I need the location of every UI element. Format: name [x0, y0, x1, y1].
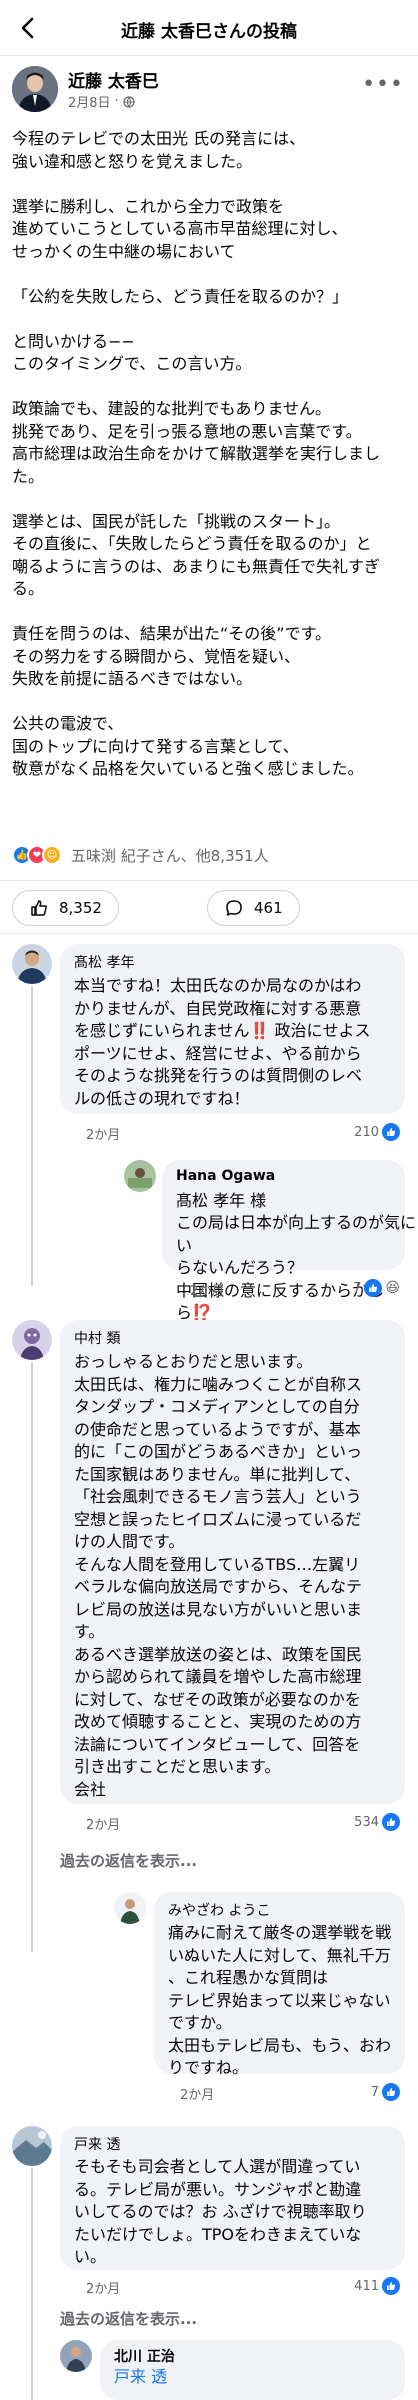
like-reaction-icon — [382, 2083, 400, 2101]
reactions-text: 五味渕 紀子さん、他8,351人 — [71, 846, 269, 865]
reactions-summary[interactable]: 👍 ❤ ☺ 五味渕 紀子さん、他8,351人 — [12, 842, 269, 868]
commenter-avatar[interactable] — [12, 2126, 52, 2166]
reaction-count: 210 — [354, 1124, 379, 1140]
reaction-count: 411 — [354, 2278, 379, 2294]
comment-reactions[interactable]: 7 😆 — [353, 1279, 400, 1297]
reply-mention[interactable]: 髙松 孝年 様 — [176, 1190, 266, 1213]
like-reaction-icon — [382, 2277, 400, 2295]
comment-time: 2か月 — [180, 2088, 215, 2103]
commenter-name[interactable]: 中村 類 — [74, 1328, 120, 1348]
reaction-count: 7 — [370, 2084, 379, 2100]
reply-mention[interactable]: 戸来 透 — [114, 2366, 167, 2389]
commenter-name[interactable]: 髙松 孝年 — [74, 952, 134, 972]
comment-text: おっしゃるとおりだと思います。 太田氏は、権力に噛みつくことが自称ス タンダップ… — [74, 1352, 363, 1799]
more-options-icon[interactable]: ••• — [362, 72, 404, 97]
care-reaction-icon: ☺ — [42, 845, 62, 865]
post-meta: 2月8日 · — [68, 92, 135, 111]
comment-text: 本当ですね！太田氏なのか局なのかはわ かりませんが、自民党政権に対する悪意 を感… — [74, 976, 371, 1108]
post-actions: 8,352 461 — [0, 880, 418, 934]
like-button[interactable]: 8,352 — [12, 890, 119, 926]
commenter-avatar[interactable] — [124, 1160, 156, 1192]
comment-text: そもそも司会者として人選が間違ってい る。テレビ局が悪い。サンジャポと勘違 いし… — [74, 2157, 367, 2266]
comment-text: この局は日本が向上するのが気にい らないんだろう？ 中国様の意に反するからかしら… — [176, 1213, 417, 1322]
comment-reactions[interactable]: 534 — [354, 1813, 400, 1831]
thread-line — [31, 986, 33, 1286]
commenter-name[interactable]: Hana Ogawa — [176, 1168, 275, 1184]
post-paragraph: 政策論でも、建設的な批判でもありません。 挑発であり、足を引っ張る意地の悪い言葉… — [12, 399, 381, 486]
commenter-avatar[interactable] — [12, 1320, 52, 1360]
page-title: 近藤 太香巳さんの投稿 — [121, 22, 297, 42]
comment-icon — [226, 900, 242, 916]
reaction-count: 7 — [353, 1280, 362, 1296]
comment-button[interactable]: 461 — [207, 890, 300, 926]
comment-time: 2か月 — [86, 1128, 121, 1143]
comment-reactions[interactable]: 210 — [354, 1123, 400, 1141]
like-reaction-icon — [382, 1123, 400, 1141]
comment-time: 2か月 — [86, 1818, 121, 1833]
thread-line — [31, 1362, 33, 1952]
commenter-name[interactable]: みやざわ ようこ — [168, 1900, 270, 1920]
post-paragraph: 選挙に勝利し、これから全力で政策を 進めていこうとしている高市早苗総理に対し、 … — [12, 196, 348, 261]
post-paragraph: 選挙とは、国民が託した「挑戦のスタート」。 その直後に、「失敗したらどう責任を取… — [12, 511, 381, 599]
reaction-count: 534 — [354, 1814, 379, 1830]
like-count: 8,352 — [59, 899, 102, 917]
post-paragraph: 公共の電波で、 国のトップに向けて発する言葉として、 敬意がなく品格を欠いている… — [12, 714, 364, 778]
thumbs-up-icon — [31, 900, 47, 916]
thread-line — [31, 2168, 33, 2400]
reaction-icons: 👍 ❤ ☺ — [12, 845, 62, 865]
comment-reactions[interactable]: 411 — [354, 2277, 400, 2295]
post-paragraph: 責任を問うのは、結果が出た“その後”です。 その努力をする瞬間から、覚悟を疑い、… — [12, 624, 331, 688]
post-date[interactable]: 2月8日 — [68, 92, 111, 111]
like-reaction-icon — [382, 1813, 400, 1831]
commenter-name[interactable]: 北川 正治 — [114, 2346, 175, 2366]
commenter-name[interactable]: 戸来 透 — [74, 2134, 120, 2154]
post-paragraph: 今程のテレビでの太田光 氏の発言には、 強い違和感と怒りを覚えました。 — [12, 129, 306, 171]
comment-time: 2か月 — [190, 1284, 225, 1299]
post-paragraph: 「公約を失敗したら、どう責任を取るのか？」 — [12, 286, 349, 306]
post-paragraph: と問いかける−− このタイミングで、この言い方。 — [12, 331, 252, 374]
comment-reactions[interactable]: 7 — [371, 2083, 400, 2101]
author-avatar[interactable] — [12, 66, 58, 112]
commenter-avatar[interactable] — [60, 2340, 92, 2372]
post-header: 近藤 太香巳 2月8日 · ••• — [0, 56, 418, 120]
top-bar: 近藤 太香巳さんの投稿 — [0, 0, 418, 56]
commenter-avatar[interactable] — [12, 944, 52, 984]
comment-time: 2か月 — [86, 2282, 121, 2297]
like-reaction-icon — [364, 1279, 383, 1297]
post-author-name[interactable]: 近藤 太香巳 — [68, 67, 159, 92]
globe-icon — [123, 95, 135, 108]
care-reaction-icon: 😆 — [385, 1280, 400, 1296]
show-previous-replies-link[interactable]: 過去の返信を表示... — [60, 2308, 197, 2329]
meta-separator: · — [114, 94, 119, 109]
comment-text: 痛みに耐えて厳冬の選挙戦を戦 いぬいた人に対して、無礼千万 、これ程愚かな質問は… — [168, 1923, 392, 2077]
show-previous-replies-link[interactable]: 過去の返信を表示... — [60, 1850, 197, 1871]
commenter-avatar[interactable] — [114, 1892, 146, 1924]
comment-count: 461 — [254, 899, 283, 917]
post-text: 今程のテレビでの太田光 氏の発言には、 強い違和感と怒りを覚えました。 選挙に勝… — [12, 128, 412, 803]
